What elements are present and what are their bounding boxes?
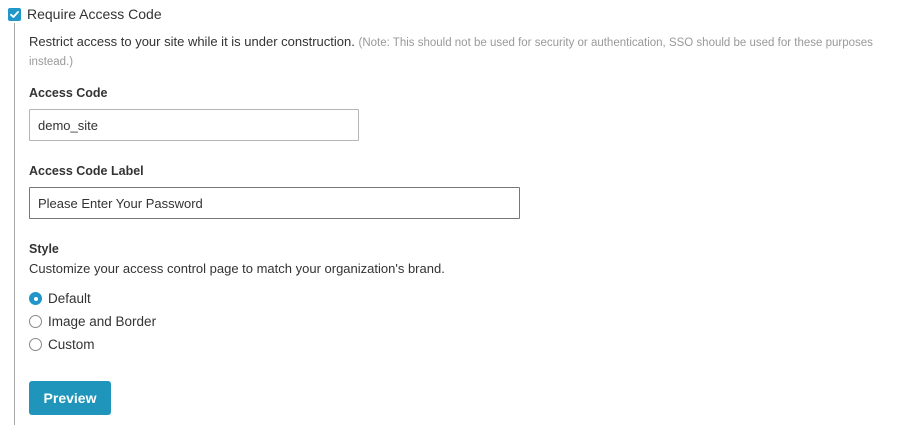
style-option-label: Default: [48, 291, 91, 306]
access-code-label-input[interactable]: [29, 187, 520, 219]
style-option-custom[interactable]: Custom: [29, 337, 95, 352]
require-access-code-label: Require Access Code: [27, 6, 162, 22]
access-code-settings: Require Access Code Restrict access to y…: [0, 0, 900, 433]
require-access-code-checkbox[interactable]: [8, 7, 21, 21]
radio-image-and-border[interactable]: [29, 315, 42, 328]
style-option-label: Image and Border: [48, 314, 157, 329]
radio-custom[interactable]: [29, 338, 42, 351]
style-description: Customize your access control page to ma…: [29, 261, 445, 276]
access-code-section: Restrict access to your site while it is…: [29, 33, 899, 71]
radio-default[interactable]: [29, 292, 42, 305]
access-code-label-field-label: Access Code Label: [29, 164, 144, 178]
checkmark-icon: [10, 10, 19, 18]
section-description: Restrict access to your site while it is…: [29, 33, 899, 71]
preview-button[interactable]: Preview: [29, 381, 111, 415]
description-main: Restrict access to your site while it is…: [29, 34, 355, 49]
style-option-image-and-border[interactable]: Image and Border: [29, 314, 156, 329]
access-code-label: Access Code: [29, 86, 108, 100]
require-access-code-row[interactable]: Require Access Code: [8, 5, 162, 23]
section-indent-line: [14, 23, 15, 425]
access-code-input[interactable]: [29, 109, 359, 141]
style-heading: Style: [29, 242, 59, 256]
style-option-label: Custom: [48, 337, 95, 352]
style-option-default[interactable]: Default: [29, 291, 91, 306]
